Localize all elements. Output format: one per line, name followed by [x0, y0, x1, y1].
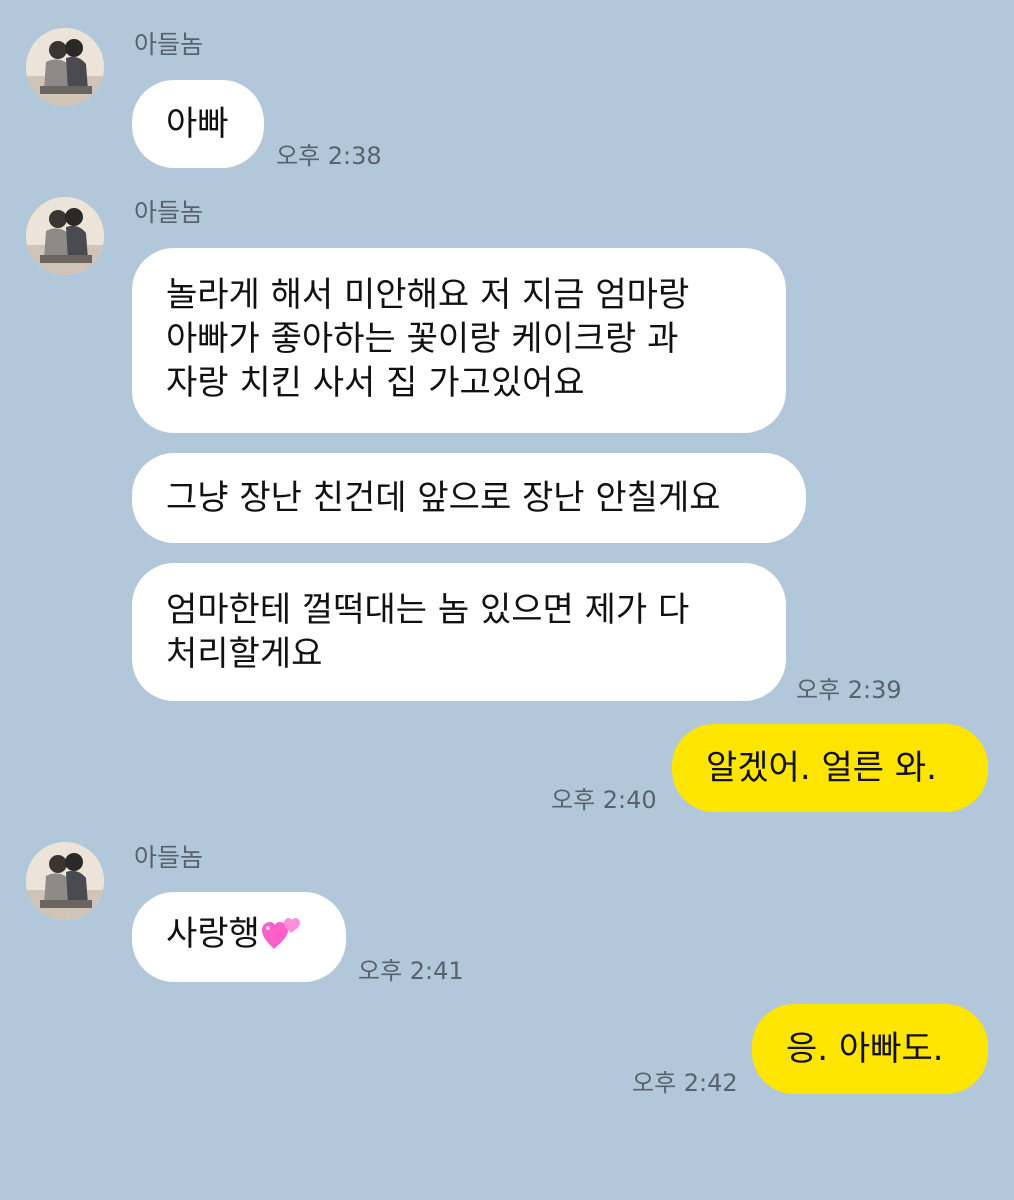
chat-area[interactable]: 아들놈 아빠 오후 2:38 아들놈 놀라게 해서 미안해요 저 지금 엄마랑 …: [0, 0, 1014, 1200]
message-bubble-outgoing[interactable]: 응. 아빠도.: [752, 1004, 988, 1094]
message-text-line: 처리할게요: [166, 634, 323, 674]
sender-avatar[interactable]: [26, 842, 104, 920]
message-text: 아빠: [166, 104, 229, 144]
message-time: 오후 2:39: [796, 676, 902, 704]
message-bubble[interactable]: 엄마한테 껄떡대는 놈 있으면 제가 다 처리할게요: [132, 563, 786, 701]
message-text: 그냥 장난 친건데 앞으로 장난 안칠게요: [166, 478, 721, 518]
message-bubble[interactable]: 아빠: [132, 80, 264, 168]
sender-name: 아들놈: [134, 198, 204, 227]
message-time: 오후 2:42: [632, 1069, 738, 1097]
message-time: 오후 2:41: [358, 957, 464, 985]
message-bubble[interactable]: 사랑행: [132, 892, 346, 982]
message-text-line: 아빠가 좋아하는 꽃이랑 케이크랑 과: [166, 319, 679, 359]
message-text-line: 엄마한테 껄떡대는 놈 있으면 제가 다: [166, 590, 690, 630]
two-hearts-icon: [261, 915, 302, 962]
message-text-line: 놀라게 해서 미안해요 저 지금 엄마랑: [166, 275, 690, 315]
avatar-image: [26, 197, 104, 275]
message-bubble-outgoing[interactable]: 알겠어. 얼른 와.: [672, 724, 988, 812]
message-text-line: 자랑 치킨 사서 집 가고있어요: [166, 363, 585, 403]
message-text: 사랑행: [166, 912, 302, 962]
sender-avatar[interactable]: [26, 197, 104, 275]
message-text: 알겠어. 얼른 와.: [706, 748, 937, 788]
sender-name: 아들놈: [134, 843, 204, 872]
message-time: 오후 2:40: [551, 786, 657, 814]
message-time: 오후 2:38: [276, 142, 382, 170]
message-text: 응. 아빠도.: [786, 1029, 944, 1069]
message-bubble[interactable]: 놀라게 해서 미안해요 저 지금 엄마랑 아빠가 좋아하는 꽃이랑 케이크랑 과…: [132, 248, 786, 433]
message-bubble[interactable]: 그냥 장난 친건데 앞으로 장난 안칠게요: [132, 453, 806, 543]
message-text-content: 사랑행: [166, 914, 260, 954]
sender-avatar[interactable]: [26, 28, 104, 106]
avatar-image: [26, 842, 104, 920]
sender-name: 아들놈: [134, 30, 204, 59]
avatar-image: [26, 28, 104, 106]
